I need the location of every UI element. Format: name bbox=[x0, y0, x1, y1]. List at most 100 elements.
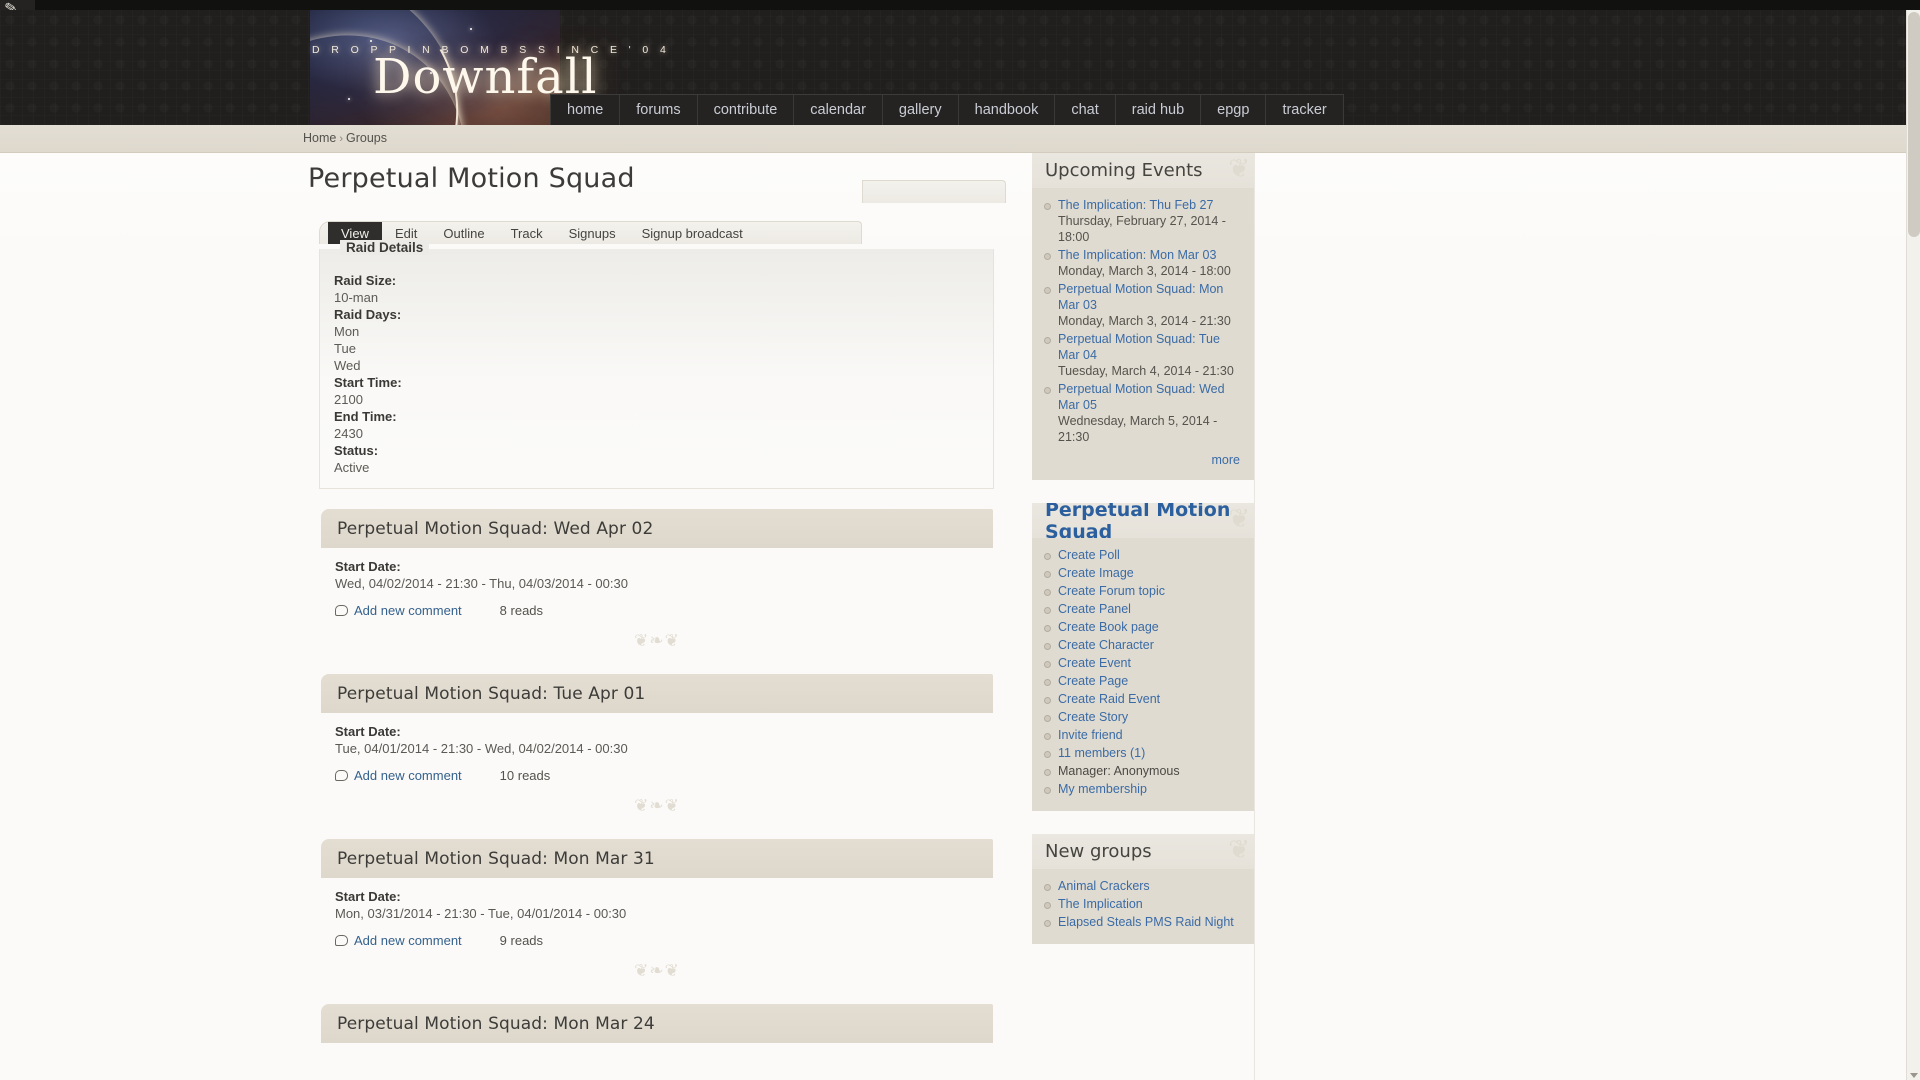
sidebar-link[interactable]: The Implication: Mon Mar 03 bbox=[1058, 248, 1216, 262]
sidebar-gap bbox=[1032, 480, 1254, 503]
group-block: Perpetual Motion Squad ❦ Create Poll Crea… bbox=[1032, 503, 1254, 811]
list-item: Create Page bbox=[1042, 673, 1244, 689]
tab-track[interactable]: Track bbox=[498, 222, 556, 244]
sidebar-link[interactable]: Invite friend bbox=[1058, 728, 1123, 742]
nav-item-chat[interactable]: chat bbox=[1055, 95, 1116, 125]
sidebar-item-subtext: Tuesday, March 4, 2014 - 21:30 bbox=[1058, 364, 1234, 378]
tab-signups[interactable]: Signups bbox=[556, 222, 629, 244]
nav-item-handbook[interactable]: handbook bbox=[959, 95, 1056, 125]
nav-item-calendar[interactable]: calendar bbox=[794, 95, 883, 125]
sidebar-link[interactable]: Create Book page bbox=[1058, 620, 1159, 634]
sidebar-link[interactable]: Create Raid Event bbox=[1058, 692, 1160, 706]
sidebar-link[interactable]: Create Poll bbox=[1058, 548, 1120, 562]
new-groups-body: Animal Crackers The Implication Elapsed St… bbox=[1032, 869, 1254, 944]
sidebar-link[interactable]: My membership bbox=[1058, 782, 1147, 796]
tab-bar-filler bbox=[862, 180, 1006, 203]
event-card: Perpetual Motion Squad: Wed Apr 02 Start … bbox=[321, 509, 993, 618]
nav-item-home[interactable]: home bbox=[550, 95, 621, 125]
add-new-comment-link[interactable]: Add new comment bbox=[354, 603, 462, 618]
sidebar-link[interactable]: Create Image bbox=[1058, 566, 1134, 580]
list-item: The Implication: Mon Mar 03 Monday, March… bbox=[1042, 247, 1244, 279]
raid-detail-value: Mon bbox=[334, 324, 360, 339]
list-item: Create Forum topic bbox=[1042, 583, 1244, 599]
list-item: Create Story bbox=[1042, 709, 1244, 725]
add-new-comment-link[interactable]: Add new comment bbox=[354, 768, 462, 783]
event-meta: Start Date: Mon, 03/31/2014 - 21:30 - Tue… bbox=[321, 878, 993, 921]
list-item: Create Character bbox=[1042, 637, 1244, 653]
sidebar-link[interactable]: Create Story bbox=[1058, 710, 1128, 724]
banner-spark-icon bbox=[470, 28, 472, 30]
sidebar-item-subtext: Thursday, February 27, 2014 - 18:00 bbox=[1058, 214, 1226, 244]
main-column: Perpetual Motion Squad View Edit Outline Tr… bbox=[303, 153, 1006, 1043]
tab-signup-broadcast[interactable]: Signup broadcast bbox=[629, 222, 756, 244]
sidebar-link[interactable]: 11 members (1) bbox=[1058, 746, 1145, 760]
event-start-date-value: Tue, 04/01/2014 - 21:30 - Wed, 04/02/201… bbox=[335, 741, 628, 756]
nav-item-tracker[interactable]: tracker bbox=[1266, 95, 1344, 125]
nav-item-raid-hub[interactable]: raid hub bbox=[1116, 95, 1202, 125]
upcoming-events-body: The Implication: Thu Feb 27 Thursday, Feb… bbox=[1032, 188, 1254, 480]
sidebar-item-subtext: Monday, March 3, 2014 - 18:00 bbox=[1058, 264, 1231, 278]
group-block-header: Perpetual Motion Squad ❦ bbox=[1032, 503, 1254, 538]
event-start-date-label: Start Date: bbox=[335, 889, 401, 904]
comment-bubble-icon bbox=[335, 605, 348, 616]
event-title[interactable]: Perpetual Motion Squad: Mon Mar 24 bbox=[337, 1014, 655, 1034]
sidebar-link[interactable]: Elapsed Steals PMS Raid Night bbox=[1058, 915, 1234, 929]
nav-item-epgp[interactable]: epgp bbox=[1201, 95, 1267, 125]
sidebar-link[interactable]: Create Panel bbox=[1058, 602, 1131, 616]
upcoming-more-link[interactable]: more bbox=[1212, 453, 1240, 467]
event-title[interactable]: Perpetual Motion Squad: Mon Mar 31 bbox=[337, 849, 655, 869]
banner-spark-icon bbox=[370, 40, 372, 42]
scroll-down-arrow-icon[interactable] bbox=[1910, 1073, 1918, 1078]
event-title[interactable]: Perpetual Motion Squad: Wed Apr 02 bbox=[337, 519, 653, 539]
sidebar-link[interactable]: Perpetual Motion Squad: Tue Mar 04 bbox=[1058, 332, 1220, 362]
list-item: Animal Crackers bbox=[1042, 878, 1244, 894]
breadcrumb-home[interactable]: Home bbox=[303, 131, 336, 145]
event-links: Add new comment 9 reads bbox=[335, 933, 993, 948]
event-reads-count: 10 reads bbox=[499, 768, 551, 783]
group-block-body: Create Poll Create Image Create Forum topi… bbox=[1032, 538, 1254, 811]
right-sidebar: Upcoming Events ❦ The Implication: Thu F… bbox=[1032, 153, 1254, 944]
sidebar-link[interactable]: Create Event bbox=[1058, 656, 1131, 670]
add-new-comment-link[interactable]: Add new comment bbox=[354, 933, 462, 948]
page-scrollbar[interactable] bbox=[1906, 10, 1920, 1080]
raid-detail-value: 2430 bbox=[334, 426, 363, 441]
event-meta: Start Date: Tue, 04/01/2014 - 21:30 - Wed… bbox=[321, 713, 993, 756]
event-header: Perpetual Motion Squad: Tue Apr 01 bbox=[321, 674, 993, 713]
raid-detail-value: Wed bbox=[334, 358, 361, 373]
list-item: Create Poll bbox=[1042, 547, 1244, 563]
event-reads-count: 8 reads bbox=[499, 603, 544, 618]
event-links: Add new comment 10 reads bbox=[335, 768, 993, 783]
nav-item-contribute[interactable]: contribute bbox=[698, 95, 795, 125]
main-navigation[interactable]: home forums contribute calendar gallery handb… bbox=[550, 94, 1344, 125]
upcoming-events-title: Upcoming Events bbox=[1045, 160, 1203, 181]
upcoming-more-row: more bbox=[1042, 447, 1244, 468]
event-list: Perpetual Motion Squad: Wed Apr 02 Start … bbox=[303, 509, 1003, 1043]
swirl-ornament-icon: ❦ bbox=[1228, 835, 1250, 865]
sidebar-link[interactable]: The Implication bbox=[1058, 897, 1143, 911]
sidebar-link[interactable]: The Implication: Thu Feb 27 bbox=[1058, 198, 1213, 212]
event-meta: Start Date: Wed, 04/02/2014 - 21:30 - Thu… bbox=[321, 548, 993, 591]
sidebar-link[interactable]: Perpetual Motion Squad: Wed Mar 05 bbox=[1058, 382, 1225, 412]
breadcrumb-separator-icon: › bbox=[339, 133, 344, 145]
list-item: Create Image bbox=[1042, 565, 1244, 581]
raid-detail-value: Active bbox=[334, 460, 370, 475]
event-header: Perpetual Motion Squad: Wed Apr 02 bbox=[321, 509, 993, 548]
tab-outline[interactable]: Outline bbox=[430, 222, 497, 244]
raid-details-fieldset: Raid Details Raid Size: 10-man Raid Days: M… bbox=[319, 240, 994, 489]
nav-item-gallery[interactable]: gallery bbox=[883, 95, 959, 125]
sidebar-link[interactable]: Create Page bbox=[1058, 674, 1128, 688]
raid-detail-value: 10-man bbox=[334, 290, 379, 305]
list-item: Elapsed Steals PMS Raid Night bbox=[1042, 914, 1244, 930]
event-header: Perpetual Motion Squad: Mon Mar 24 bbox=[321, 1004, 993, 1043]
sidebar-link[interactable]: Perpetual Motion Squad: Mon Mar 03 bbox=[1058, 282, 1223, 312]
breadcrumb-bar: Home › Groups bbox=[0, 125, 1920, 153]
raid-detail-value: 2100 bbox=[334, 392, 363, 407]
list-item: The Implication: Thu Feb 27 Thursday, Feb… bbox=[1042, 197, 1244, 245]
nav-item-forums[interactable]: forums bbox=[620, 95, 698, 125]
event-title[interactable]: Perpetual Motion Squad: Tue Apr 01 bbox=[337, 684, 645, 704]
sidebar-link[interactable]: Animal Crackers bbox=[1058, 879, 1150, 893]
sidebar-link[interactable]: Create Forum topic bbox=[1058, 584, 1165, 598]
sidebar-link[interactable]: Create Character bbox=[1058, 638, 1154, 652]
scrollbar-thumb[interactable] bbox=[1908, 12, 1920, 237]
breadcrumb-groups[interactable]: Groups bbox=[346, 131, 387, 145]
